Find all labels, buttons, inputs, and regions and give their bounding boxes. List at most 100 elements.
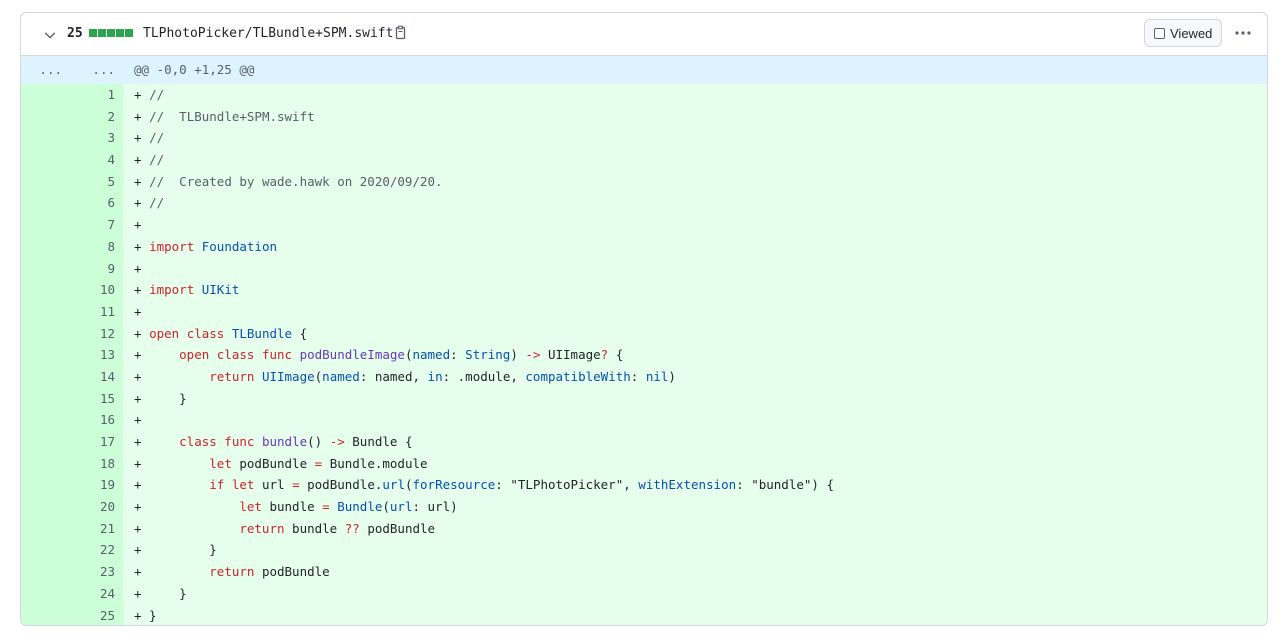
new-line-number[interactable]: 22 bbox=[72, 539, 123, 562]
code-token: + } bbox=[134, 542, 217, 558]
new-line-number[interactable]: 9 bbox=[72, 257, 123, 280]
old-line-number[interactable] bbox=[21, 582, 72, 605]
new-line-number[interactable]: 1 bbox=[72, 84, 123, 106]
new-line-number[interactable]: 20 bbox=[72, 496, 123, 518]
old-line-number[interactable] bbox=[21, 192, 72, 215]
expand-up-button[interactable]: ... bbox=[21, 56, 72, 84]
old-line-number[interactable] bbox=[21, 344, 72, 366]
diffstat-added-block bbox=[125, 29, 133, 37]
viewed-checkbox-button[interactable]: Viewed bbox=[1144, 19, 1222, 47]
new-line-number[interactable]: 5 bbox=[72, 170, 123, 193]
old-line-number[interactable] bbox=[21, 279, 72, 301]
new-line-number[interactable]: 11 bbox=[72, 300, 123, 323]
code-token: + } bbox=[134, 607, 157, 623]
code-token: return bbox=[209, 368, 255, 384]
chevron-down-icon[interactable] bbox=[43, 28, 57, 42]
code-token: + bbox=[134, 412, 150, 428]
diff-line: 3 + // bbox=[21, 127, 1267, 150]
code-token: withExtension bbox=[638, 477, 737, 493]
code-token: = bbox=[322, 499, 330, 515]
new-line-number[interactable]: 6 bbox=[72, 192, 123, 215]
new-line-number[interactable]: 15 bbox=[72, 387, 123, 410]
new-line-number[interactable]: 4 bbox=[72, 149, 123, 171]
new-line-number[interactable]: 17 bbox=[72, 431, 123, 453]
new-line-number[interactable]: 13 bbox=[72, 344, 123, 366]
new-line-number[interactable]: 10 bbox=[72, 279, 123, 301]
old-line-number[interactable] bbox=[21, 84, 72, 106]
new-line-number[interactable]: 12 bbox=[72, 322, 123, 345]
code-line: + open class func podBundleImage(named: … bbox=[123, 344, 1267, 366]
expand-down-button[interactable]: ... bbox=[72, 56, 123, 84]
code-token: // TLBundle+SPM.swift bbox=[149, 108, 315, 124]
diff-line: 6 + // bbox=[21, 192, 1267, 215]
old-line-number[interactable] bbox=[21, 149, 72, 171]
old-line-number[interactable] bbox=[21, 387, 72, 410]
code-token: + bbox=[134, 455, 210, 471]
new-line-number[interactable]: 16 bbox=[72, 409, 123, 431]
diff-table: ... ... @@ -0,0 +1,25 @@ 1 + //2 + // TLBu… bbox=[21, 56, 1267, 625]
old-line-number[interactable] bbox=[21, 365, 72, 388]
old-line-number[interactable] bbox=[21, 170, 72, 193]
diff-line: 24 + } bbox=[21, 582, 1267, 605]
code-token: + bbox=[134, 499, 240, 515]
old-line-number[interactable] bbox=[21, 431, 72, 453]
code-token: + } bbox=[134, 390, 187, 406]
code-token: + bbox=[134, 325, 150, 341]
new-line-number[interactable]: 8 bbox=[72, 235, 123, 258]
code-token: bundle bbox=[284, 520, 345, 536]
old-line-number[interactable] bbox=[21, 214, 72, 236]
old-line-number[interactable] bbox=[21, 300, 72, 323]
old-line-number[interactable] bbox=[21, 105, 72, 128]
copy-icon[interactable] bbox=[392, 25, 408, 41]
new-line-number[interactable]: 14 bbox=[72, 365, 123, 388]
code-token: + bbox=[134, 130, 150, 146]
code-token: named bbox=[412, 347, 451, 363]
new-line-number[interactable]: 3 bbox=[72, 127, 123, 150]
new-line-number[interactable]: 19 bbox=[72, 474, 123, 497]
code-token: + bbox=[134, 564, 210, 580]
old-line-number[interactable] bbox=[21, 517, 72, 540]
code-token: ) bbox=[668, 368, 676, 384]
code-token: : bbox=[630, 368, 646, 384]
old-line-number[interactable] bbox=[21, 474, 72, 497]
diff-file: 25 TLPhotoPicker/TLBundle+SPM.swift View… bbox=[20, 12, 1268, 626]
old-line-number[interactable] bbox=[21, 539, 72, 562]
code-token: url bbox=[382, 477, 405, 493]
checkbox-icon[interactable] bbox=[1154, 27, 1165, 39]
old-line-number[interactable] bbox=[21, 127, 72, 150]
diffstat-added-block bbox=[107, 29, 115, 37]
file-name-link[interactable]: TLPhotoPicker/TLBundle+SPM.swift bbox=[143, 24, 393, 44]
code-line: + import UIKit bbox=[123, 279, 1267, 301]
old-line-number[interactable] bbox=[21, 604, 72, 625]
old-line-number[interactable] bbox=[21, 561, 72, 583]
old-line-number[interactable] bbox=[21, 322, 72, 345]
old-line-number[interactable] bbox=[21, 496, 72, 518]
code-line: + open class TLBundle { bbox=[123, 322, 1267, 345]
code-token: ) bbox=[510, 347, 526, 363]
diffstat-added-block bbox=[98, 29, 106, 37]
code-token: ( bbox=[404, 477, 413, 493]
new-line-number[interactable]: 23 bbox=[72, 561, 123, 583]
kebab-horizontal-icon[interactable] bbox=[1233, 25, 1253, 41]
code-token: + bbox=[134, 347, 180, 363]
code-token: + bbox=[134, 477, 210, 493]
new-line-number[interactable]: 2 bbox=[72, 105, 123, 128]
new-line-number[interactable]: 7 bbox=[72, 214, 123, 236]
old-line-number[interactable] bbox=[21, 235, 72, 258]
code-token: let bbox=[209, 455, 232, 471]
code-line: + } bbox=[123, 387, 1267, 410]
diffstat-added-block bbox=[116, 29, 124, 37]
code-token: import bbox=[149, 282, 195, 298]
old-line-number[interactable] bbox=[21, 452, 72, 475]
viewed-label: Viewed bbox=[1170, 25, 1213, 41]
code-token: ?? bbox=[344, 520, 360, 536]
new-line-number[interactable]: 18 bbox=[72, 452, 123, 475]
new-line-number[interactable]: 21 bbox=[72, 517, 123, 540]
new-line-number[interactable]: 25 bbox=[72, 604, 123, 625]
new-line-number[interactable]: 24 bbox=[72, 582, 123, 605]
code-token: compatibleWith bbox=[525, 368, 631, 384]
old-line-number[interactable] bbox=[21, 409, 72, 431]
old-line-number[interactable] bbox=[21, 257, 72, 280]
code-token: return bbox=[209, 564, 255, 580]
